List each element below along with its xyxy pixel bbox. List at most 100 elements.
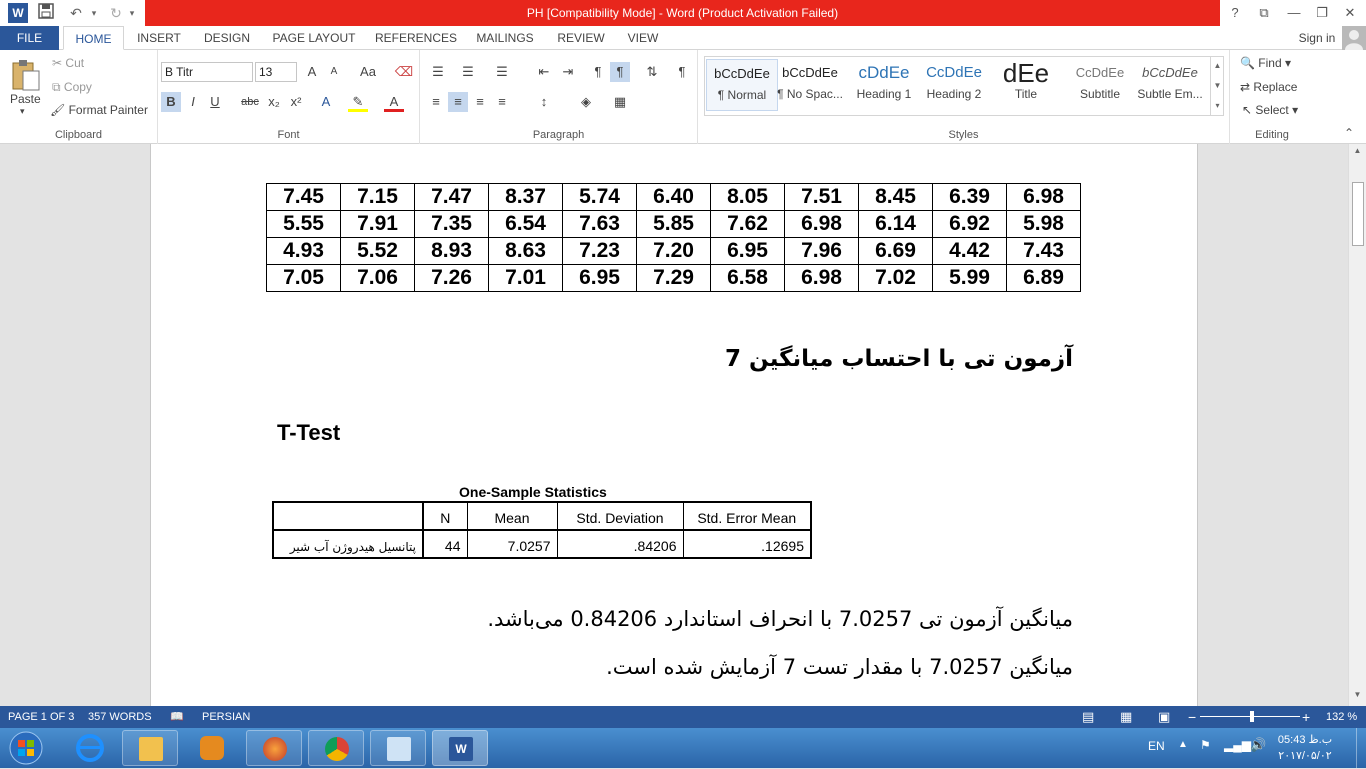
close-button[interactable]: ✕ bbox=[1338, 3, 1362, 23]
bullets-icon[interactable]: ☰ bbox=[428, 62, 448, 82]
zoom-slider-thumb[interactable] bbox=[1250, 711, 1254, 722]
page-count[interactable]: PAGE 1 OF 3 bbox=[8, 706, 74, 728]
zoom-level[interactable]: 132 % bbox=[1326, 706, 1357, 728]
find-button[interactable]: 🔍 Find ▾ bbox=[1240, 56, 1291, 70]
word-count[interactable]: 357 WORDS bbox=[88, 706, 152, 728]
tray-expand-icon[interactable]: ▲ bbox=[1178, 739, 1188, 750]
underline-button[interactable]: U bbox=[205, 92, 225, 112]
align-left-icon[interactable]: ≡ bbox=[426, 92, 446, 112]
input-language[interactable]: EN bbox=[1148, 739, 1165, 753]
multilevel-list-icon[interactable]: ☰ bbox=[492, 62, 512, 82]
sort-icon[interactable]: ⇅ bbox=[642, 62, 662, 82]
web-layout-icon[interactable]: ▣ bbox=[1158, 706, 1170, 728]
zoom-in-icon[interactable]: + bbox=[1302, 706, 1310, 728]
change-case-button[interactable]: Aa bbox=[354, 62, 382, 82]
style-subtitle[interactable]: CcDdEe Subtitle bbox=[1064, 59, 1136, 111]
subscript-button[interactable]: x₂ bbox=[264, 92, 284, 112]
tab-home[interactable]: HOME bbox=[63, 26, 124, 50]
numbering-icon[interactable]: ☰ bbox=[458, 62, 478, 82]
shading-icon[interactable]: ◈ bbox=[576, 92, 596, 112]
line-spacing-icon[interactable]: ↕ bbox=[534, 92, 554, 112]
customize-qat-icon[interactable]: ▾ bbox=[122, 3, 142, 23]
undo-icon[interactable]: ↶ bbox=[66, 3, 86, 23]
tab-page-layout[interactable]: PAGE LAYOUT bbox=[268, 26, 360, 50]
shrink-font-button[interactable]: A bbox=[324, 62, 344, 82]
select-button[interactable]: ↖ Select ▾ bbox=[1242, 103, 1298, 117]
tab-mailings[interactable]: MAILINGS bbox=[470, 26, 540, 50]
styles-scroll[interactable]: ▲ ▼ ▾ bbox=[1210, 56, 1224, 116]
font-name-select[interactable]: B Titr bbox=[161, 62, 253, 82]
maximize-button[interactable]: ❐ bbox=[1310, 3, 1334, 23]
format-painter-button[interactable]: 🖌 Format Painter bbox=[50, 103, 148, 117]
style-no-spacing[interactable]: bCcDdEe ¶ No Spac... bbox=[774, 59, 846, 111]
strikethrough-button[interactable]: abc bbox=[238, 92, 262, 112]
tab-file[interactable]: FILE bbox=[0, 26, 59, 50]
replace-button[interactable]: ⇄ Replace bbox=[1240, 80, 1297, 94]
read-mode-icon[interactable]: ▤ bbox=[1082, 706, 1094, 728]
align-center-icon[interactable]: ≡ bbox=[448, 92, 468, 112]
italic-button[interactable]: I bbox=[183, 92, 203, 112]
show-formatting-marks-icon[interactable]: ¶ bbox=[672, 62, 692, 82]
style-title[interactable]: dEe Title bbox=[990, 59, 1062, 111]
file-explorer-icon[interactable] bbox=[122, 730, 178, 766]
tab-design[interactable]: DESIGN bbox=[196, 26, 258, 50]
volume-icon[interactable]: 🔊 bbox=[1250, 737, 1266, 753]
text-effects-icon[interactable]: A bbox=[316, 92, 336, 112]
sign-in-link[interactable]: Sign in bbox=[1292, 26, 1342, 50]
rtl-paragraph-icon[interactable]: ¶ bbox=[610, 62, 630, 82]
scroll-up-icon[interactable]: ▲ bbox=[1351, 146, 1364, 158]
ltr-paragraph-icon[interactable]: ¶ bbox=[588, 62, 608, 82]
scroll-thumb[interactable] bbox=[1352, 182, 1364, 246]
tab-references[interactable]: REFERENCES bbox=[372, 26, 460, 50]
help-button[interactable]: ? bbox=[1223, 3, 1247, 23]
undo-dropdown-icon[interactable]: ▾ bbox=[84, 3, 104, 23]
decrease-indent-icon[interactable]: ⇤ bbox=[534, 62, 554, 82]
bold-button[interactable]: B bbox=[161, 92, 181, 112]
notes-app-icon[interactable] bbox=[370, 730, 426, 766]
paste-icon[interactable] bbox=[8, 58, 42, 92]
language-indicator[interactable]: PERSIAN bbox=[202, 706, 250, 728]
tab-view[interactable]: VIEW bbox=[620, 26, 666, 50]
show-desktop-button[interactable] bbox=[1356, 728, 1366, 768]
avatar[interactable] bbox=[1342, 26, 1366, 50]
copy-button[interactable]: ⧉ Copy bbox=[52, 80, 92, 95]
network-icon[interactable]: ▂▄▆ bbox=[1224, 738, 1251, 752]
paste-button[interactable]: Paste bbox=[10, 92, 41, 106]
collapse-ribbon-icon[interactable]: ⌃ bbox=[1344, 126, 1354, 140]
vertical-scrollbar[interactable]: ▲ ▼ bbox=[1348, 144, 1366, 706]
scroll-down-icon[interactable]: ▼ bbox=[1351, 690, 1364, 702]
style-heading-2[interactable]: CcDdEe Heading 2 bbox=[918, 59, 990, 111]
align-right-icon[interactable]: ≡ bbox=[470, 92, 490, 112]
ribbon-display-options-button[interactable]: ⧉ bbox=[1252, 3, 1276, 23]
firefox-icon[interactable] bbox=[246, 730, 302, 766]
grow-font-button[interactable]: A bbox=[302, 62, 322, 82]
proofing-icon[interactable]: 📖 bbox=[170, 706, 184, 728]
cut-button[interactable]: ✂ Cut bbox=[52, 56, 84, 70]
borders-icon[interactable]: ▦ bbox=[610, 92, 630, 112]
style-normal[interactable]: bCcDdEe ¶ Normal bbox=[706, 59, 778, 111]
paste-dropdown-icon[interactable]: ▾ bbox=[20, 106, 25, 117]
clock[interactable]: 05:43 ب.ظ ۲۰۱۷/۰۵/۰۲ bbox=[1270, 732, 1340, 764]
zoom-out-icon[interactable]: − bbox=[1188, 706, 1196, 728]
save-icon[interactable] bbox=[36, 3, 56, 23]
highlight-icon[interactable]: ✎ bbox=[348, 92, 368, 112]
word-taskbar-icon[interactable]: W bbox=[432, 730, 488, 766]
minimize-button[interactable]: — bbox=[1282, 3, 1306, 23]
start-button[interactable] bbox=[6, 730, 46, 766]
chrome-icon[interactable] bbox=[308, 730, 364, 766]
tab-review[interactable]: REVIEW bbox=[550, 26, 612, 50]
word-app-icon[interactable]: W bbox=[8, 3, 28, 23]
print-layout-icon[interactable]: ▦ bbox=[1120, 706, 1132, 728]
style-heading-1[interactable]: cDdEe Heading 1 bbox=[848, 59, 920, 111]
font-size-select[interactable]: 13 bbox=[255, 62, 297, 82]
style-subtle-emphasis[interactable]: bCcDdEe Subtle Em... bbox=[1134, 59, 1206, 111]
media-player-icon[interactable] bbox=[184, 730, 240, 766]
font-color-icon[interactable]: A bbox=[384, 92, 404, 112]
increase-indent-icon[interactable]: ⇥ bbox=[558, 62, 578, 82]
clear-formatting-icon[interactable]: ⌫ bbox=[394, 62, 414, 82]
ie-icon[interactable] bbox=[62, 730, 118, 766]
justify-icon[interactable]: ≡ bbox=[492, 92, 512, 112]
action-center-icon[interactable]: ⚑ bbox=[1200, 738, 1211, 752]
superscript-button[interactable]: x² bbox=[286, 92, 306, 112]
tab-insert[interactable]: INSERT bbox=[130, 26, 188, 50]
